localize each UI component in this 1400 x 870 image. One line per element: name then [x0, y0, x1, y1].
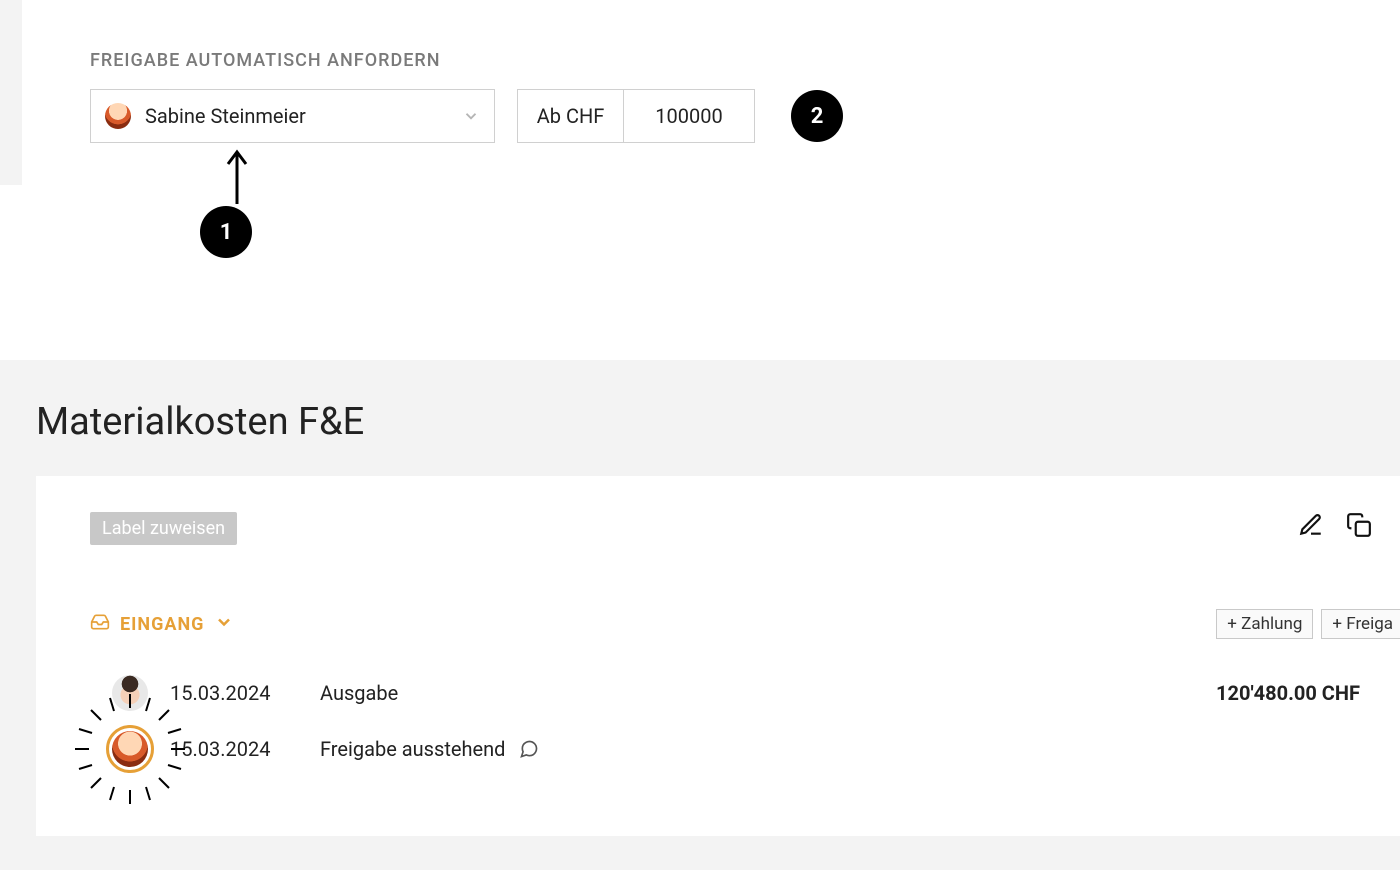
- chevron-down-icon: [462, 107, 480, 125]
- amount-threshold-group: Ab CHF: [517, 89, 755, 143]
- chevron-down-icon: [214, 612, 234, 637]
- avatar: [112, 731, 148, 767]
- entry-row: 15.03.2024 Ausgabe 120'480.00 CHF: [90, 665, 1400, 721]
- add-payment-button[interactable]: + Zahlung: [1216, 609, 1313, 639]
- add-approval-button[interactable]: + Freiga: [1321, 609, 1400, 639]
- approver-select[interactable]: Sabine Steinmeier: [90, 89, 495, 143]
- entry-label: Ausgabe: [320, 681, 398, 705]
- cost-card: Label zuweisen EINGANG + Zahlung +: [36, 476, 1400, 836]
- entry-date: 15.03.2024: [170, 681, 300, 705]
- edit-icon[interactable]: [1298, 512, 1324, 538]
- annotation-badge-1: 1: [200, 206, 252, 258]
- entry-amount: 120'480.00 CHF: [1216, 681, 1360, 705]
- entry-date: 15.03.2024: [170, 737, 300, 761]
- annotation-arrow: [222, 146, 252, 206]
- inbox-buttons: + Zahlung + Freiga: [1216, 609, 1400, 639]
- entry-row: 15.03.2024 Freigabe ausstehend: [90, 721, 1400, 777]
- avatar: [105, 103, 131, 129]
- entry-label: Freigabe ausstehend: [320, 737, 505, 761]
- amount-prefix-label: Ab CHF: [518, 90, 624, 142]
- copy-icon[interactable]: [1346, 512, 1372, 538]
- approver-name: Sabine Steinmeier: [145, 104, 462, 128]
- inbox-label-text: EINGANG: [120, 614, 204, 635]
- comment-icon[interactable]: [519, 739, 539, 759]
- annotation-badge-2: 2: [791, 90, 843, 142]
- inbox-toggle[interactable]: EINGANG: [90, 612, 234, 637]
- page-title: Materialkosten F&E: [36, 400, 1400, 444]
- avatar: [112, 675, 148, 711]
- inbox-tray-icon: [90, 612, 110, 637]
- entry-avatar-wrap: [90, 731, 170, 767]
- assign-label-chip[interactable]: Label zuweisen: [90, 512, 237, 545]
- entry-avatar-wrap: [90, 675, 170, 711]
- amount-threshold-input[interactable]: [624, 90, 754, 142]
- entries-list: 15.03.2024 Ausgabe 120'480.00 CHF: [90, 665, 1400, 777]
- controls-row: Sabine Steinmeier Ab CHF 2: [90, 89, 1400, 143]
- section-label: FREIGABE AUTOMATISCH ANFORDERN: [90, 50, 1400, 71]
- lower-section: Materialkosten F&E Label zuweisen EINGAN…: [0, 360, 1400, 870]
- approval-settings-section: FREIGABE AUTOMATISCH ANFORDERN Sabine St…: [0, 0, 1400, 360]
- card-actions: [1298, 512, 1372, 538]
- inbox-row: EINGANG + Zahlung + Freiga: [90, 609, 1400, 639]
